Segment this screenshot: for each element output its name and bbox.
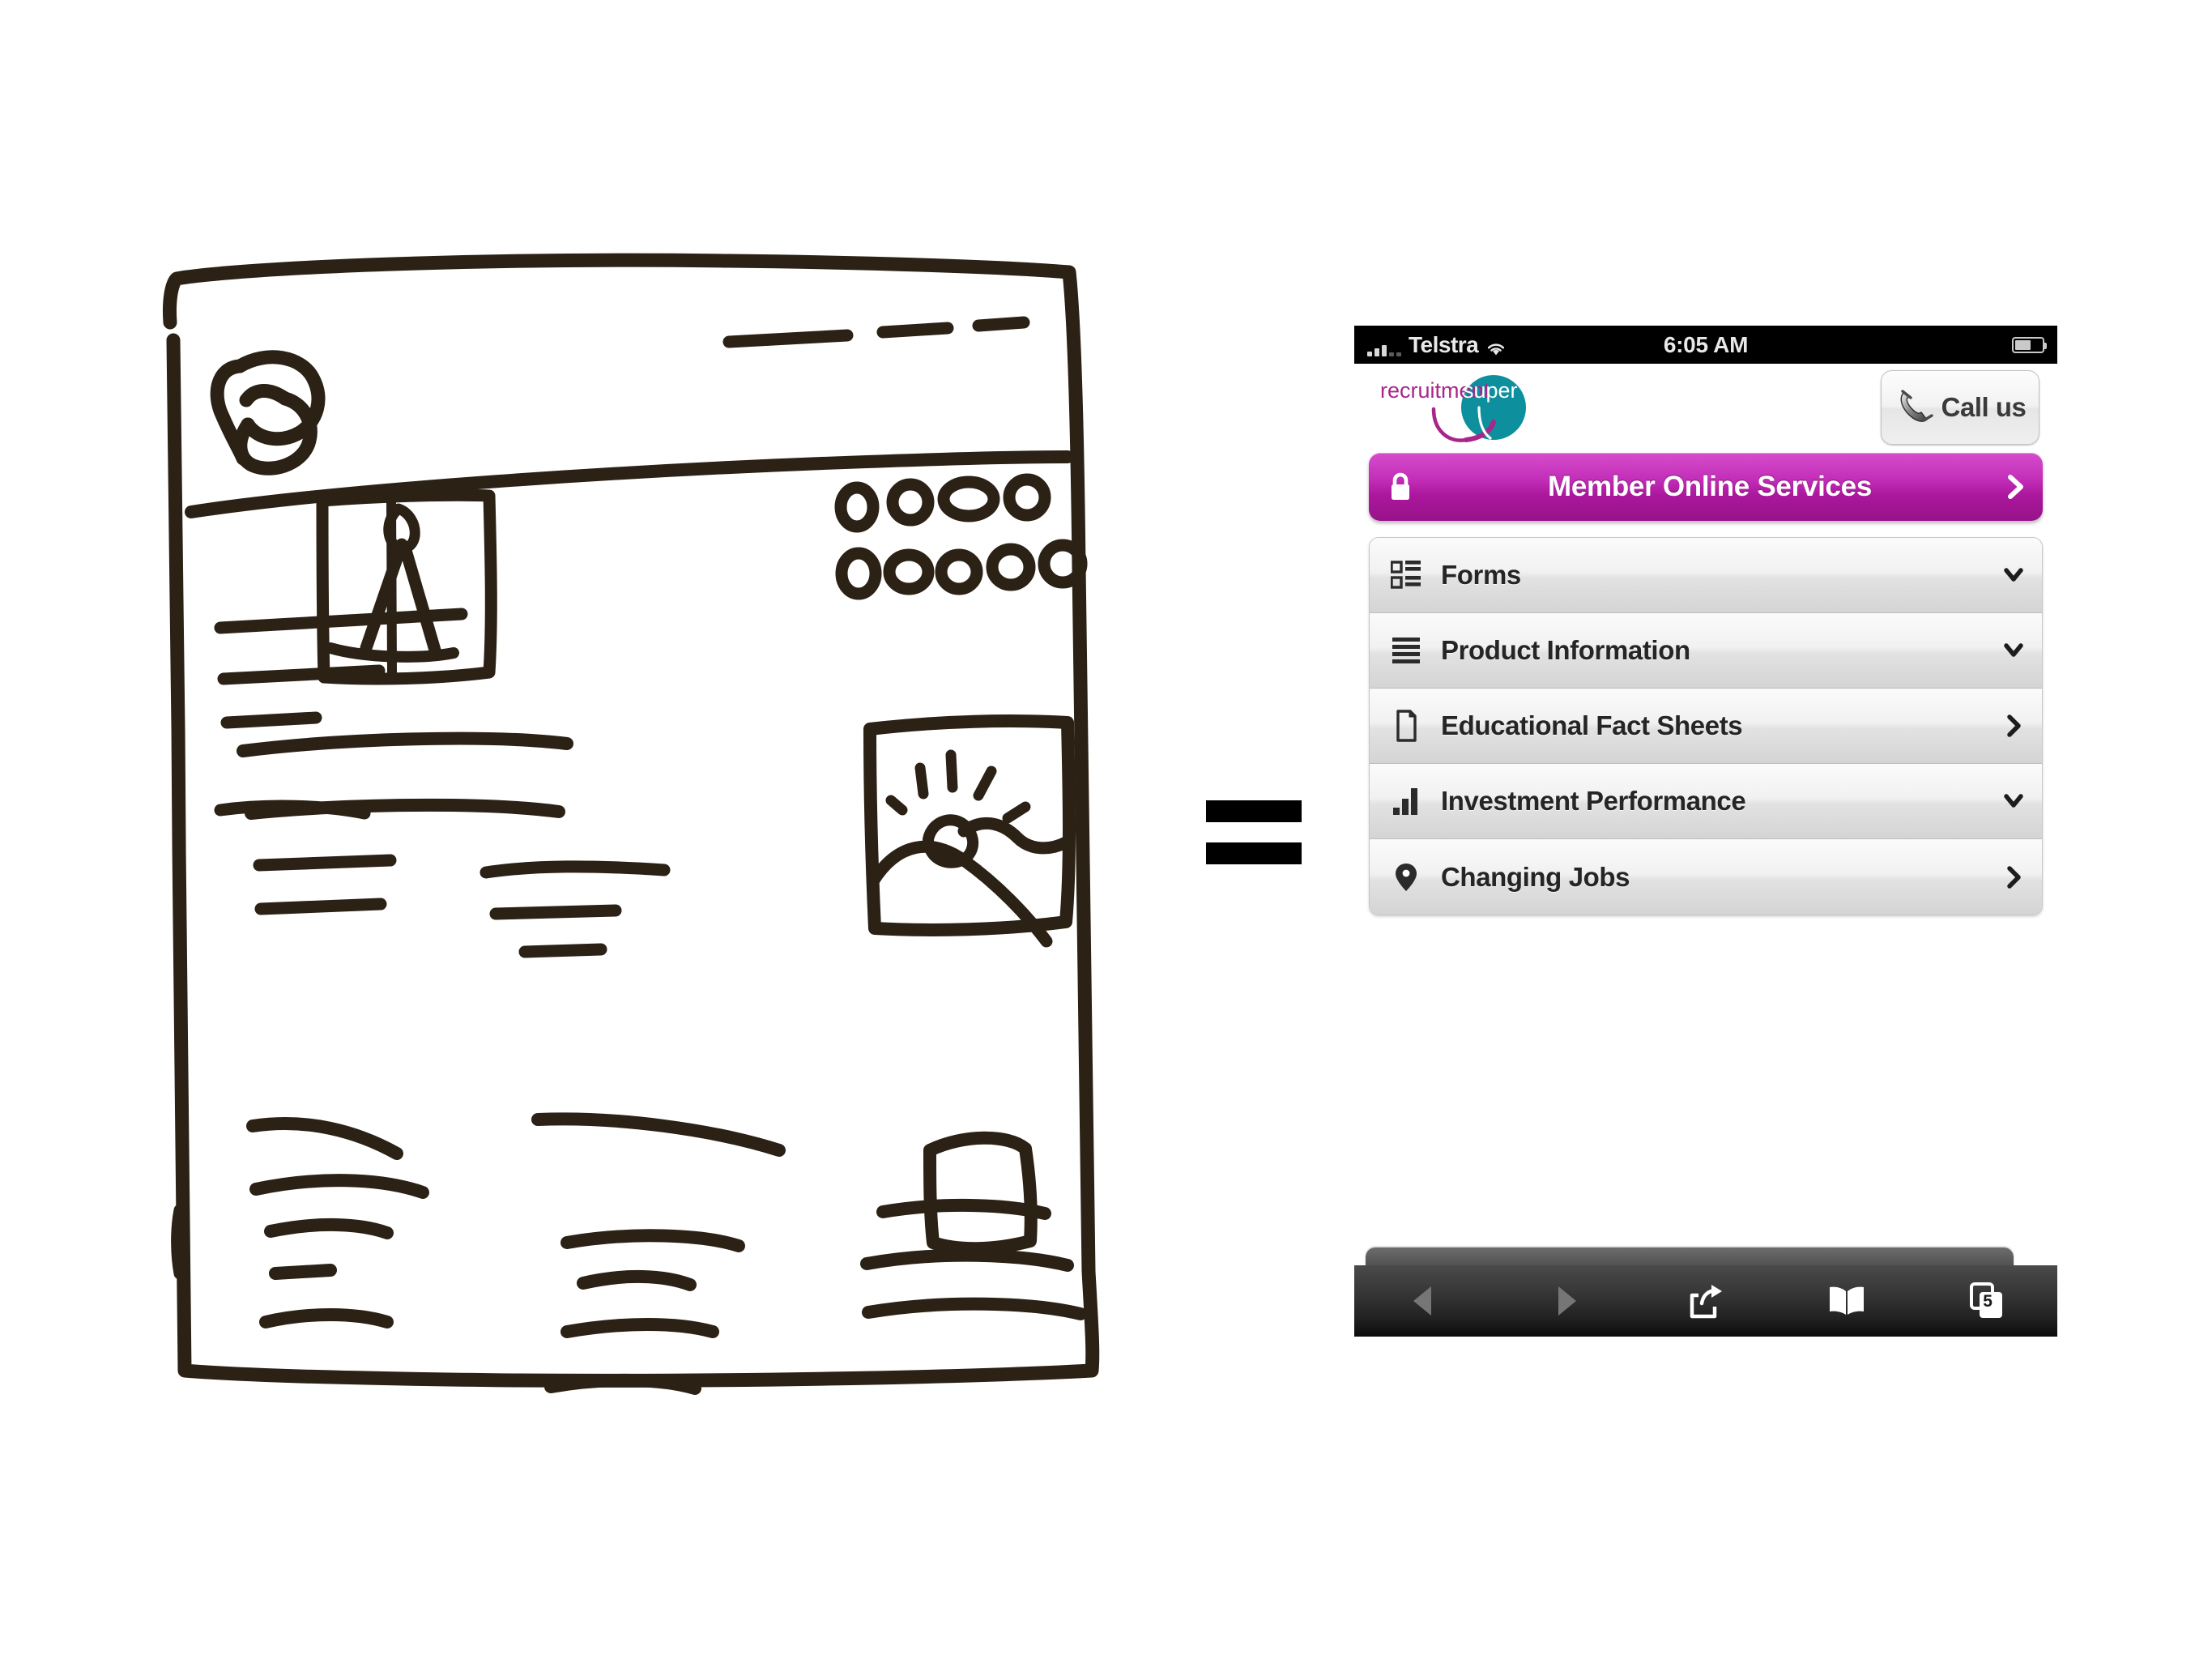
chevron-right-icon bbox=[2005, 474, 2027, 500]
lock-icon bbox=[1387, 471, 1414, 503]
forms-list-icon bbox=[1390, 559, 1421, 591]
document-icon bbox=[1391, 710, 1421, 742]
chevron-right-icon bbox=[2003, 714, 2024, 738]
bar-chart-icon bbox=[1391, 785, 1421, 817]
sketch-text-block-1 bbox=[214, 608, 468, 820]
sketch-logo-scribble bbox=[210, 350, 326, 476]
menu-item-label: Changing Jobs bbox=[1441, 861, 1630, 892]
sketch-text-block-4 bbox=[246, 1117, 429, 1328]
menu-item-changing-jobs[interactable]: Changing Jobs bbox=[1370, 839, 2042, 915]
forward-arrow-icon[interactable] bbox=[1495, 1265, 1636, 1337]
phone-handset-icon bbox=[1894, 386, 1937, 429]
menu-item-product-information[interactable]: Product Information bbox=[1370, 613, 2042, 689]
menu-item-label: Forms bbox=[1441, 560, 1521, 590]
logo-text-super: super bbox=[1463, 378, 1518, 403]
sketch-wireframe-panel bbox=[0, 0, 1215, 1659]
tabs-count-label: 5 bbox=[1983, 1291, 1993, 1311]
call-us-label: Call us bbox=[1941, 392, 2027, 422]
book-icon[interactable] bbox=[1776, 1265, 1917, 1337]
sketch-drawing bbox=[163, 253, 1100, 1395]
equals-bar-top bbox=[1206, 800, 1302, 822]
menu-item-label: Educational Fact Sheets bbox=[1441, 710, 1743, 740]
recruitmentsuper-logo[interactable]: recruitment super bbox=[1375, 370, 1547, 445]
sketch-edge-tick bbox=[171, 1204, 186, 1280]
chevron-down-icon bbox=[2003, 638, 2024, 663]
menu-item-investment-performance[interactable]: Investment Performance bbox=[1370, 764, 2042, 839]
location-pin-icon bbox=[1391, 861, 1421, 893]
page-header: recruitment super Call us bbox=[1354, 364, 2057, 451]
sketch-dot-grid bbox=[834, 473, 1088, 600]
chevron-down-icon bbox=[2003, 789, 2024, 813]
sketch-text-block-6 bbox=[860, 1198, 1087, 1320]
sketch-image-placeholder-person bbox=[316, 488, 497, 685]
equals-bar-bottom bbox=[1206, 842, 1302, 864]
call-us-button[interactable]: Call us bbox=[1881, 370, 2039, 445]
sketch-image-placeholder-landscape bbox=[863, 714, 1076, 948]
menu-item-forms[interactable]: Forms bbox=[1370, 538, 2042, 613]
safari-toolbar: 5 bbox=[1354, 1265, 2057, 1337]
menu-item-educational-fact-sheets[interactable]: Educational Fact Sheets bbox=[1370, 689, 2042, 764]
battery-icon bbox=[2012, 336, 2047, 353]
status-bar-left: Telstra bbox=[1367, 331, 1507, 357]
lines-menu-icon bbox=[1391, 634, 1421, 667]
menu-item-label: Investment Performance bbox=[1441, 786, 1746, 816]
sketch-image-placeholder-small bbox=[923, 1131, 1038, 1256]
member-online-services-label: Member Online Services bbox=[1548, 471, 1872, 502]
chevron-down-icon bbox=[2003, 563, 2024, 587]
chevron-right-icon bbox=[2003, 865, 2024, 889]
equals-symbol bbox=[1206, 800, 1302, 865]
main-menu: Forms Product Information Educational Fa… bbox=[1369, 537, 2043, 915]
sketch-nav-dashes bbox=[722, 316, 1030, 348]
signal-bars-icon bbox=[1367, 342, 1401, 356]
menu-item-label: Product Information bbox=[1441, 635, 1690, 665]
wifi-icon bbox=[1485, 340, 1507, 356]
share-icon[interactable] bbox=[1635, 1265, 1776, 1337]
logo-magenta-swoosh bbox=[1431, 407, 1468, 442]
sketch-text-block-3 bbox=[253, 854, 671, 958]
member-online-services-button[interactable]: Member Online Services bbox=[1369, 453, 2043, 521]
phone-screenshot: Telstra 6:05 AM recruitment super Call u… bbox=[1354, 326, 2057, 1337]
back-arrow-icon[interactable] bbox=[1354, 1265, 1495, 1337]
sketch-text-block-5 bbox=[531, 1112, 786, 1395]
carrier-label: Telstra bbox=[1409, 331, 1479, 357]
tabs-icon[interactable]: 5 bbox=[1916, 1265, 2057, 1337]
status-bar: Telstra 6:05 AM bbox=[1354, 326, 2057, 364]
